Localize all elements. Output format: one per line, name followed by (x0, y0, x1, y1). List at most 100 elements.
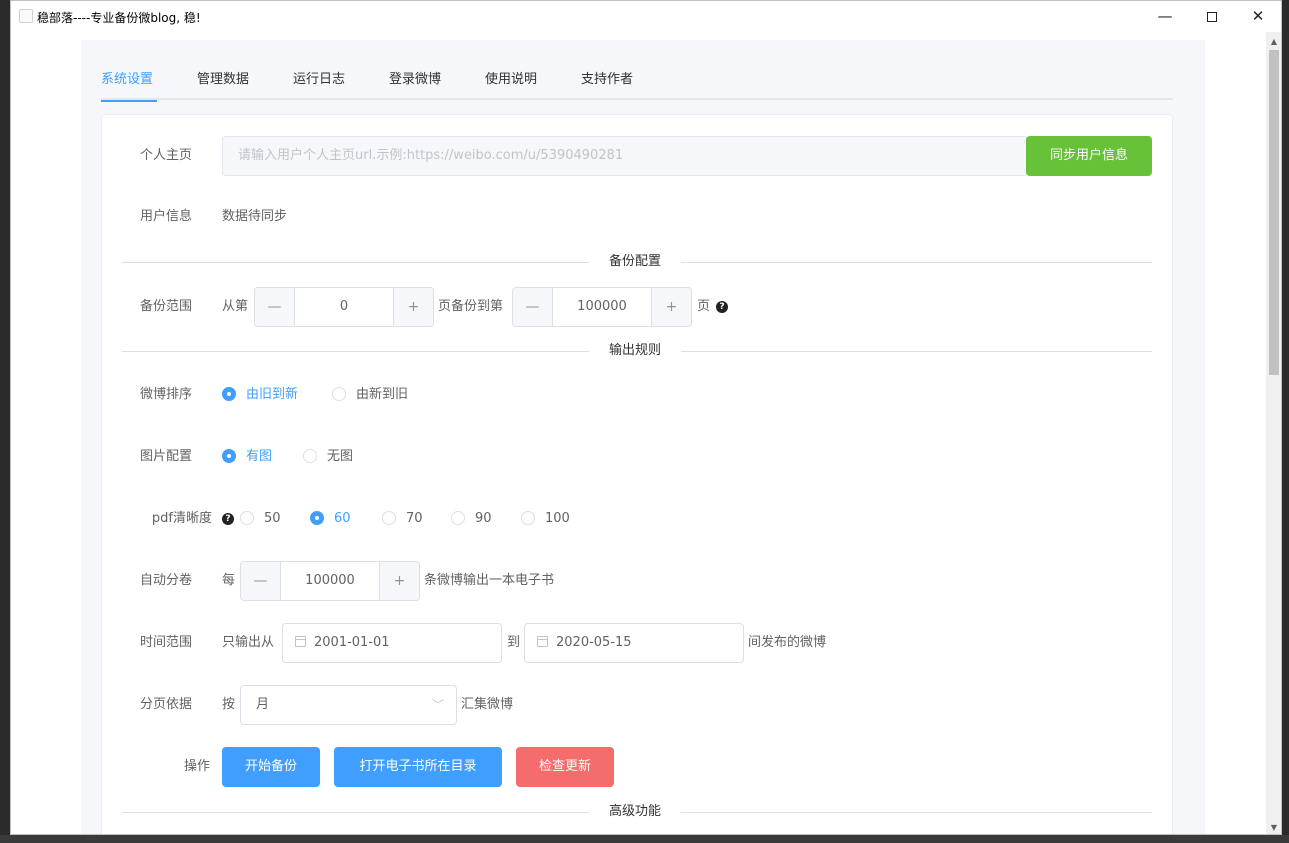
auto-split-input[interactable]: 100000 (281, 562, 379, 600)
homepage-input[interactable]: 请输入用户个人主页url.示例:https://weibo.com/u/5390… (222, 136, 1027, 176)
decrement-button[interactable]: — (513, 288, 553, 326)
time-range-middle: 到 (507, 635, 521, 650)
radio-pdf-50[interactable]: 50 (240, 509, 281, 529)
increment-button[interactable]: + (393, 288, 433, 326)
start-backup-button[interactable]: 开始备份 (222, 747, 320, 787)
radio-sort-new-to-old[interactable]: 由新到旧 (332, 385, 408, 405)
section-output-title: 输出规则 (589, 341, 682, 361)
radio-without-images[interactable]: 无图 (303, 447, 353, 467)
tab-run-log[interactable]: 运行日志 (293, 60, 345, 100)
homepage-label: 个人主页 (139, 148, 192, 163)
radio-label: 70 (406, 511, 423, 526)
content-panel: 系统设置 管理数据 运行日志 登录微博 使用说明 支持作者 个人主页 请输入用户… (81, 40, 1205, 834)
radio-sort-old-to-new[interactable]: 由旧到新 (222, 385, 298, 405)
time-range-label: 时间范围 (139, 635, 192, 650)
scroll-thumb[interactable] (1269, 50, 1279, 375)
tab-system-settings[interactable]: 系统设置 (101, 60, 157, 102)
radio-unchecked-icon (451, 511, 465, 525)
check-update-button[interactable]: 检查更新 (516, 747, 614, 787)
pdf-quality-label-text: pdf清晰度 (151, 511, 212, 526)
end-date-picker[interactable]: 2020-05-15 (524, 623, 744, 663)
paging-label: 分页依据 (139, 697, 192, 712)
backup-from-input[interactable]: 0 (295, 288, 393, 326)
backup-to-input[interactable]: 100000 (553, 288, 651, 326)
auto-split-label: 自动分卷 (139, 573, 192, 588)
radio-unchecked-icon (240, 511, 254, 525)
desktop-background-bottom (0, 835, 1289, 843)
open-ebook-dir-button[interactable]: 打开电子书所在目录 (334, 747, 502, 787)
user-info-value: 数据待同步 (222, 209, 288, 224)
app-icon (19, 9, 33, 23)
help-question-icon[interactable]: ? (716, 301, 728, 313)
increment-button[interactable]: + (379, 562, 419, 600)
backup-range-middle: 页备份到第 (438, 299, 504, 314)
radio-pdf-60[interactable]: 60 (310, 509, 351, 529)
minimize-button[interactable]: — (1142, 1, 1188, 32)
help-question-icon[interactable]: ? (222, 513, 234, 525)
end-date-value: 2020-05-15 (556, 635, 632, 650)
image-config-label: 图片配置 (139, 449, 192, 464)
backup-range-suffix: 页 (697, 299, 711, 314)
backup-to-stepper: — 100000 + (512, 287, 692, 327)
radio-unchecked-icon (332, 387, 346, 401)
radio-label: 100 (545, 511, 570, 526)
calendar-icon (537, 636, 548, 647)
sync-user-info-button[interactable]: 同步用户信息 (1026, 136, 1152, 176)
auto-split-prefix: 每 (222, 573, 236, 588)
maximize-icon (1207, 11, 1217, 22)
start-date-value: 2001-01-01 (314, 635, 390, 650)
paging-suffix: 汇集微博 (461, 697, 514, 712)
settings-card: 个人主页 请输入用户个人主页url.示例:https://weibo.com/u… (101, 114, 1173, 834)
paging-select-value: 月 (256, 697, 270, 712)
desktop-background-right (1282, 0, 1289, 843)
radio-pdf-90[interactable]: 90 (451, 509, 492, 529)
time-range-prefix: 只输出从 (222, 635, 275, 650)
section-backup-title: 备份配置 (589, 252, 682, 272)
backup-range-prefix: 从第 (222, 299, 249, 314)
chevron-down-icon: ﹀ (431, 698, 444, 712)
window-title: 稳部落----专业备份微blog, 稳! (37, 11, 201, 25)
vertical-scrollbar[interactable]: ▲ ▼ (1266, 32, 1281, 834)
tab-manage-data[interactable]: 管理数据 (197, 60, 249, 100)
backup-from-stepper: — 0 + (254, 287, 434, 327)
calendar-icon (295, 636, 306, 647)
scroll-up-arrow-icon[interactable]: ▲ (1266, 36, 1281, 48)
pdf-quality-label: pdf清晰度 (102, 509, 212, 529)
tab-bar: 系统设置 管理数据 运行日志 登录微博 使用说明 支持作者 (101, 60, 1173, 102)
radio-label: 由旧到新 (246, 387, 299, 402)
radio-pdf-100[interactable]: 100 (521, 509, 570, 529)
paging-select[interactable]: 月 ﹀ (240, 685, 457, 725)
radio-checked-icon (310, 511, 324, 525)
close-button[interactable]: ✕ (1235, 1, 1281, 32)
maximize-button[interactable] (1189, 1, 1235, 32)
radio-label: 50 (264, 511, 281, 526)
tab-login-weibo[interactable]: 登录微博 (389, 60, 441, 100)
radio-unchecked-icon (382, 511, 396, 525)
scroll-down-arrow-icon[interactable]: ▼ (1266, 822, 1281, 834)
start-date-picker[interactable]: 2001-01-01 (282, 623, 502, 663)
radio-label: 有图 (246, 449, 273, 464)
radio-with-images[interactable]: 有图 (222, 447, 272, 467)
decrement-button[interactable]: — (255, 288, 295, 326)
user-info-label: 用户信息 (139, 209, 192, 224)
radio-label: 无图 (327, 449, 354, 464)
radio-checked-icon (222, 449, 236, 463)
radio-pdf-70[interactable]: 70 (382, 509, 423, 529)
increment-button[interactable]: + (651, 288, 691, 326)
radio-checked-icon (222, 387, 236, 401)
title-bar[interactable]: 稳部落----专业备份微blog, 稳! — ✕ (11, 1, 1281, 32)
tab-instructions[interactable]: 使用说明 (485, 60, 537, 100)
backup-range-label: 备份范围 (139, 299, 192, 314)
radio-unchecked-icon (521, 511, 535, 525)
auto-split-stepper: — 100000 + (240, 561, 420, 601)
paging-prefix: 按 (222, 697, 236, 712)
app-window: 稳部落----专业备份微blog, 稳! — ✕ ▲ ▼ 系统设置 管理数据 运… (10, 0, 1282, 835)
radio-unchecked-icon (303, 449, 317, 463)
radio-label: 由新到旧 (356, 387, 409, 402)
decrement-button[interactable]: — (241, 562, 281, 600)
radio-label: 90 (475, 511, 492, 526)
actions-label: 操作 (183, 759, 210, 774)
tab-label: 系统设置 (101, 72, 154, 87)
auto-split-suffix: 条微博输出一本电子书 (424, 573, 555, 588)
tab-support-author[interactable]: 支持作者 (581, 60, 633, 100)
